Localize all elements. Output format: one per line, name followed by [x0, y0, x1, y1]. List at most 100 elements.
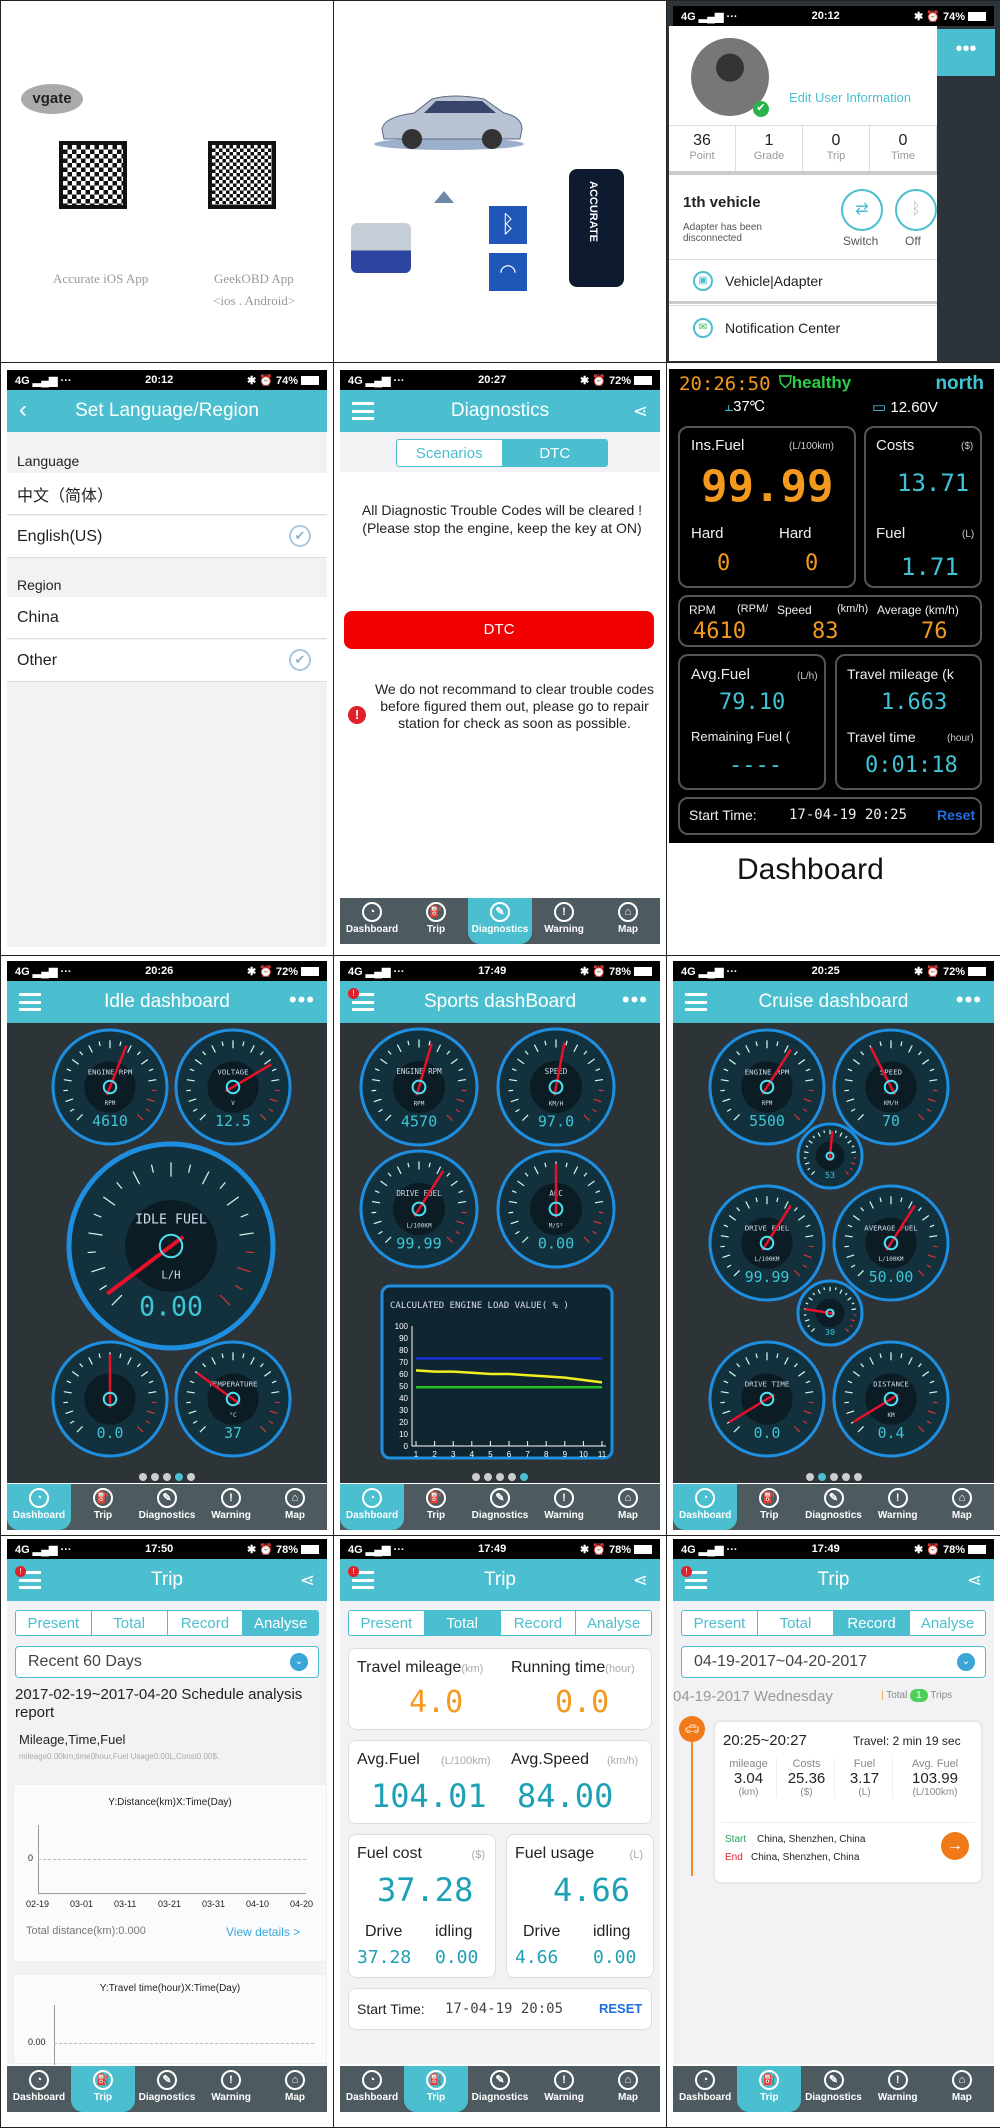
nav-dashboard[interactable]: ◔Dashboard [7, 2066, 71, 2112]
gauge-label: DRIVE TIME [745, 1379, 790, 1388]
tab-present[interactable]: Present [16, 1611, 92, 1635]
tab-scenarios[interactable]: Scenarios [397, 440, 503, 466]
bottom-nav: ◔Dashboard⛽Trip✎Diagnostics!Warning⌂Map [340, 898, 660, 944]
tab-total[interactable]: Total [425, 1611, 501, 1635]
tab-record[interactable]: Record [168, 1611, 244, 1635]
region-option[interactable]: Other✔ [7, 640, 327, 682]
tab-record[interactable]: Record [834, 1611, 910, 1635]
option-label: English(US) [17, 528, 102, 546]
gauges: ENGINE RPMRPM5500SPEEDKM/H7053DRIVE FUEL… [667, 956, 1000, 1536]
bluetooth-icon: ᛒ [489, 206, 527, 244]
page-title: Set Language/Region [75, 400, 259, 422]
nav-trip[interactable]: ⛽Trip [404, 898, 468, 944]
tab-present[interactable]: Present [349, 1611, 425, 1635]
gauge-unit: V [231, 1101, 235, 1107]
reset-button[interactable]: RESET [599, 2001, 642, 2016]
menu-item[interactable]: ▣Vehicle|Adapter [669, 259, 937, 304]
share-icon[interactable]: ⋖ [633, 1570, 648, 1591]
nav-map[interactable]: ⌂Map [263, 2066, 327, 2112]
warning-text: We do not recommand to clear trouble cod… [372, 681, 657, 732]
nav-diagnostics[interactable]: ✎Diagnostics [801, 2066, 865, 2112]
shield-icon: ⛉ [779, 373, 792, 392]
more-icon[interactable]: ••• [937, 29, 995, 76]
user-drawer: ✔ Edit User Information 36Point1Grade0Tr… [669, 26, 937, 361]
menu-icon[interactable]: ! [19, 1571, 41, 1589]
switch-vehicle-button[interactable]: ⇄ [841, 189, 883, 231]
battery-level: 74% [943, 11, 965, 23]
nav-diagnostics[interactable]: ✎Diagnostics [135, 2066, 199, 2112]
clear-dtc-button[interactable]: DTC [344, 611, 654, 649]
view-details-link[interactable]: View details > [226, 1925, 300, 1939]
menu-icon[interactable]: ! [685, 1571, 707, 1589]
clock: 17:50 [145, 1543, 173, 1555]
notification-icon: ✉ [693, 318, 713, 338]
unit: (L) [630, 1849, 643, 1861]
reset-button[interactable]: Reset [937, 807, 975, 823]
nav-dashboard[interactable]: ◔Dashboard [340, 2066, 404, 2112]
nav-map[interactable]: ⌂Map [596, 2066, 660, 2112]
region-option[interactable]: China [7, 597, 327, 639]
costs-value: 13.71 [897, 469, 969, 497]
language-option[interactable]: English(US)✔ [7, 516, 327, 558]
nav-trip[interactable]: ⛽Trip [737, 2066, 801, 2112]
nav-map[interactable]: ⌂Map [930, 2066, 994, 2112]
date-range-select[interactable]: 04-19-2017~04-20-2017⌄ [681, 1646, 986, 1678]
warning-icon: ! [888, 2070, 908, 2090]
share-icon[interactable]: ⋖ [967, 1570, 982, 1591]
tab-analyse[interactable]: Analyse [576, 1611, 651, 1635]
nav-warning[interactable]: !Warning [532, 2066, 596, 2112]
nav-map[interactable]: ⌂Map [596, 898, 660, 944]
nav-trip[interactable]: ⛽Trip [404, 2066, 468, 2112]
nav-dashboard[interactable]: ◔Dashboard [340, 898, 404, 944]
tab-record[interactable]: Record [501, 1611, 577, 1635]
arrow-right-icon[interactable]: → [941, 1832, 969, 1860]
value: 37.28 [377, 1871, 473, 1909]
nav-diagnostics[interactable]: ✎Diagnostics [468, 898, 532, 944]
trip-icon: ⛽ [426, 902, 446, 922]
tab-dtc[interactable]: DTC [503, 440, 608, 466]
x-tick-label: 10 [579, 1450, 588, 1459]
edit-user-info-link[interactable]: Edit User Information [789, 90, 911, 105]
share-icon[interactable]: ⋖ [633, 401, 648, 422]
nav-label: Warning [878, 2092, 918, 2103]
app-header: Diagnostics⋖ [340, 390, 660, 432]
qr-code-geekobd [208, 141, 276, 209]
nav-warning[interactable]: !Warning [532, 898, 596, 944]
trip-record-card[interactable]: 20:25~20:27Travel: 2 min 19 sec mileage3… [715, 1722, 981, 1882]
nav-trip[interactable]: ⛽Trip [71, 2066, 135, 2112]
tab-analyse[interactable]: Analyse [910, 1611, 985, 1635]
nav-dashboard[interactable]: ◔Dashboard [673, 2066, 737, 2112]
menu-item[interactable]: ✉Notification Center [669, 305, 937, 350]
nav-warning[interactable]: !Warning [199, 2066, 263, 2112]
battery-icon [968, 12, 986, 21]
gauge: IDLE FUELL/H0.00 [69, 1144, 273, 1348]
x-tick-label: 4 [470, 1450, 475, 1459]
x-tick-label: 3 [451, 1450, 456, 1459]
nav-diagnostics[interactable]: ✎Diagnostics [468, 2066, 532, 2112]
y-tick-label: 10 [399, 1430, 408, 1439]
tab-analyse[interactable]: Analyse [243, 1611, 318, 1635]
stat-label: Trip [803, 150, 869, 162]
x-tick-label: 04-10 [246, 1899, 269, 1909]
clock: 20:27 [478, 374, 506, 386]
bluetooth-off-button[interactable]: ᛒ [895, 189, 937, 231]
tab-total[interactable]: Total [92, 1611, 168, 1635]
unit: ($) [472, 1849, 485, 1861]
tab-label: Analyse [254, 1615, 307, 1632]
tab-present[interactable]: Present [682, 1611, 758, 1635]
menu-icon[interactable]: ! [352, 1571, 374, 1589]
language-option[interactable]: 中文（简体） [7, 473, 327, 515]
travel-time-chart-card: Y:Travel time(hour)X:Time(Day) 0.00 [13, 1974, 327, 2064]
rpm-unit: (RPM/ [737, 603, 768, 615]
share-icon[interactable]: ⋖ [300, 1570, 315, 1591]
tab-total[interactable]: Total [758, 1611, 834, 1635]
trip-count-badge: 1 [910, 1689, 928, 1702]
metric-label: mileage [721, 1758, 776, 1770]
remaining-fuel-label: Remaining Fuel ( [691, 729, 790, 744]
nav-label: Map [952, 2092, 972, 2103]
back-arrow-icon[interactable]: ‹ [19, 396, 27, 424]
nav-label: Diagnostics [472, 924, 529, 935]
date-range-select[interactable]: Recent 60 Days⌄ [15, 1646, 319, 1678]
menu-icon[interactable] [352, 402, 374, 420]
nav-warning[interactable]: ! Warning [866, 2066, 930, 2112]
